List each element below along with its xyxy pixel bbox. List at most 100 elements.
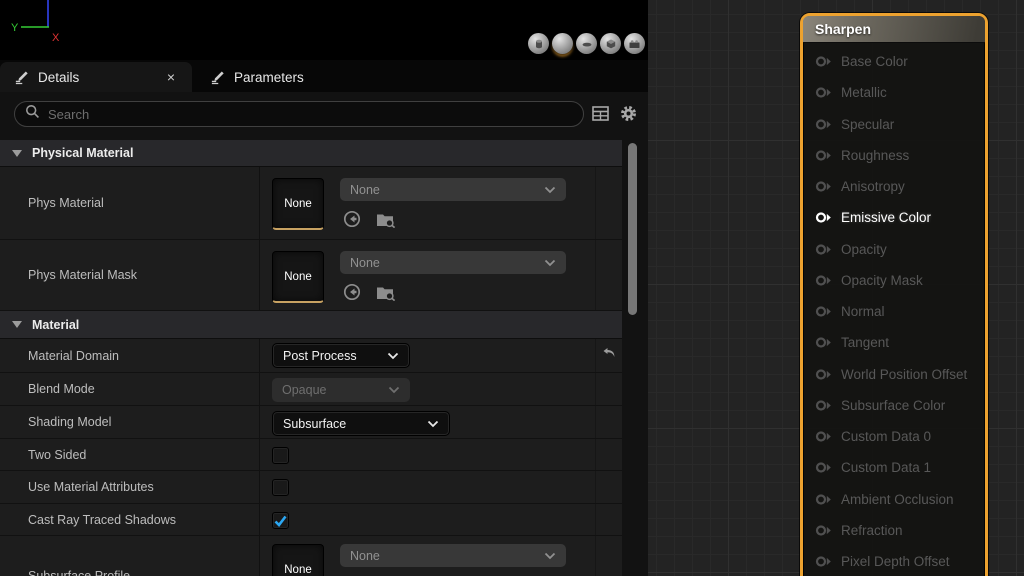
chevron-down-icon xyxy=(12,150,22,157)
node-pin-label: Emissive Color xyxy=(841,210,931,225)
gear-icon[interactable] xyxy=(619,104,638,128)
node-pin-metallic[interactable]: Metallic xyxy=(803,77,985,108)
section-physical-material[interactable]: Physical Material xyxy=(0,140,622,167)
details-pencil-icon xyxy=(14,70,29,85)
node-pin-opacity[interactable]: Opacity xyxy=(803,234,985,265)
pin-circle-icon xyxy=(815,118,832,131)
cast-ray-traced-shadows-checkbox[interactable] xyxy=(272,512,289,529)
pin-circle-icon xyxy=(815,149,832,162)
node-pin-label: Tangent xyxy=(841,335,889,350)
pin-circle-icon xyxy=(815,493,832,506)
node-pin-roughness[interactable]: Roughness xyxy=(803,140,985,171)
chevron-down-icon xyxy=(387,352,399,360)
node-pins: Base ColorMetallicSpecularRoughness Aniso… xyxy=(803,43,985,576)
node-pin-normal[interactable]: Normal xyxy=(803,296,985,327)
search-input[interactable] xyxy=(48,107,573,122)
row-phys-material: Phys Material None None xyxy=(0,167,622,240)
preview-shape-plane-icon[interactable] xyxy=(576,33,597,54)
node-header[interactable]: Sharpen xyxy=(803,16,985,43)
material-graph-canvas[interactable]: Sharpen Base ColorMetallicSpecularRoughn… xyxy=(648,0,1024,576)
asset-thumbnail[interactable]: None xyxy=(272,251,324,303)
pin-circle-icon xyxy=(815,86,832,99)
blend-mode-dropdown: Opaque xyxy=(272,378,410,402)
pin-circle-icon xyxy=(815,430,832,443)
material-result-node[interactable]: Sharpen Base ColorMetallicSpecularRoughn… xyxy=(800,13,988,576)
node-pin-label: Refraction xyxy=(841,523,903,538)
row-two-sided: Two Sided xyxy=(0,439,622,471)
chevron-down-icon xyxy=(544,552,556,560)
node-pin-label: Anisotropy xyxy=(841,179,905,194)
node-pin-opacity-mask[interactable]: Opacity Mask xyxy=(803,265,985,296)
tab-parameters-label: Parameters xyxy=(234,70,304,85)
close-icon[interactable]: × xyxy=(164,68,178,86)
property-label: Phys Material xyxy=(0,167,260,239)
node-pin-base-color[interactable]: Base Color xyxy=(803,46,985,77)
asset-thumbnail[interactable]: None xyxy=(272,544,324,576)
pin-circle-icon xyxy=(815,461,832,474)
section-material[interactable]: Material xyxy=(0,311,622,339)
node-pin-label: Ambient Occlusion xyxy=(841,492,954,507)
node-pin-specular[interactable]: Specular xyxy=(803,109,985,140)
property-label: Cast Ray Traced Shadows xyxy=(0,504,260,535)
two-sided-checkbox[interactable] xyxy=(272,447,289,464)
reset-to-default-icon[interactable] xyxy=(602,347,617,365)
pin-circle-icon xyxy=(815,524,832,537)
node-pin-label: Custom Data 0 xyxy=(841,429,931,444)
row-shading-model: Shading Model Subsurface xyxy=(0,406,622,439)
tab-details-label: Details xyxy=(38,70,79,85)
browse-to-asset-icon[interactable] xyxy=(376,284,396,306)
node-pin-subsurface-color[interactable]: Subsurface Color xyxy=(803,390,985,421)
property-list: Physical Material Phys Material None Non… xyxy=(0,140,622,576)
pin-circle-icon xyxy=(815,555,832,568)
parameters-pencil-icon xyxy=(210,70,225,85)
axis-gizmo: Y X xyxy=(8,0,72,50)
chevron-down-icon xyxy=(544,186,556,194)
use-selected-asset-icon[interactable] xyxy=(343,210,361,233)
preview-viewport[interactable]: Y X xyxy=(0,0,648,60)
preview-shape-cylinder-icon[interactable] xyxy=(528,33,549,54)
phys-material-mask-dropdown[interactable]: None xyxy=(340,251,566,274)
asset-thumbnail[interactable]: None xyxy=(272,178,324,230)
chevron-down-icon xyxy=(12,321,22,328)
property-label: Two Sided xyxy=(0,439,260,470)
material-domain-dropdown[interactable]: Post Process xyxy=(272,343,410,368)
preview-shape-sphere-icon[interactable] xyxy=(552,33,573,54)
preview-shape-primitive-icon[interactable] xyxy=(624,33,645,54)
node-pin-world-position-offset[interactable]: World Position Offset xyxy=(803,359,985,390)
tab-bar: Details × Parameters xyxy=(0,60,648,92)
display-filter-grid-icon[interactable] xyxy=(591,104,610,128)
node-pin-anisotropy[interactable]: Anisotropy xyxy=(803,171,985,202)
node-pin-label: Opacity xyxy=(841,242,887,257)
use-selected-asset-icon[interactable] xyxy=(343,283,361,306)
section-title: Material xyxy=(32,318,79,332)
node-pin-label: Normal xyxy=(841,304,885,319)
row-use-material-attributes: Use Material Attributes xyxy=(0,471,622,504)
node-pin-emissive-color[interactable]: Emissive Color xyxy=(803,202,985,233)
tab-parameters[interactable]: Parameters xyxy=(196,62,318,92)
pin-circle-icon xyxy=(815,274,832,287)
details-panel-body: Physical Material Phys Material None Non… xyxy=(0,92,648,576)
search-icon xyxy=(25,104,40,124)
node-pin-custom-data-0[interactable]: Custom Data 0 xyxy=(803,421,985,452)
node-pin-pixel-depth-offset[interactable]: Pixel Depth Offset xyxy=(803,546,985,576)
preview-shape-cube-icon[interactable] xyxy=(600,33,621,54)
shading-model-dropdown[interactable]: Subsurface xyxy=(272,411,450,436)
node-pin-tangent[interactable]: Tangent xyxy=(803,327,985,358)
chevron-down-icon xyxy=(427,420,439,428)
search-box[interactable] xyxy=(14,101,584,127)
node-pin-refraction[interactable]: Refraction xyxy=(803,515,985,546)
phys-material-dropdown[interactable]: None xyxy=(340,178,566,201)
node-pin-custom-data-1[interactable]: Custom Data 1 xyxy=(803,452,985,483)
node-pin-label: Pixel Depth Offset xyxy=(841,554,950,569)
pin-circle-icon xyxy=(815,243,832,256)
use-material-attributes-checkbox[interactable] xyxy=(272,479,289,496)
subsurface-profile-dropdown[interactable]: None xyxy=(340,544,566,567)
pin-circle-icon xyxy=(815,211,832,224)
chevron-down-icon xyxy=(544,259,556,267)
property-label: Shading Model xyxy=(0,406,260,438)
details-scrollbar[interactable] xyxy=(628,143,637,315)
pin-circle-icon xyxy=(815,305,832,318)
tab-details[interactable]: Details × xyxy=(0,62,192,92)
browse-to-asset-icon[interactable] xyxy=(376,211,396,233)
node-pin-ambient-occlusion[interactable]: Ambient Occlusion xyxy=(803,484,985,515)
